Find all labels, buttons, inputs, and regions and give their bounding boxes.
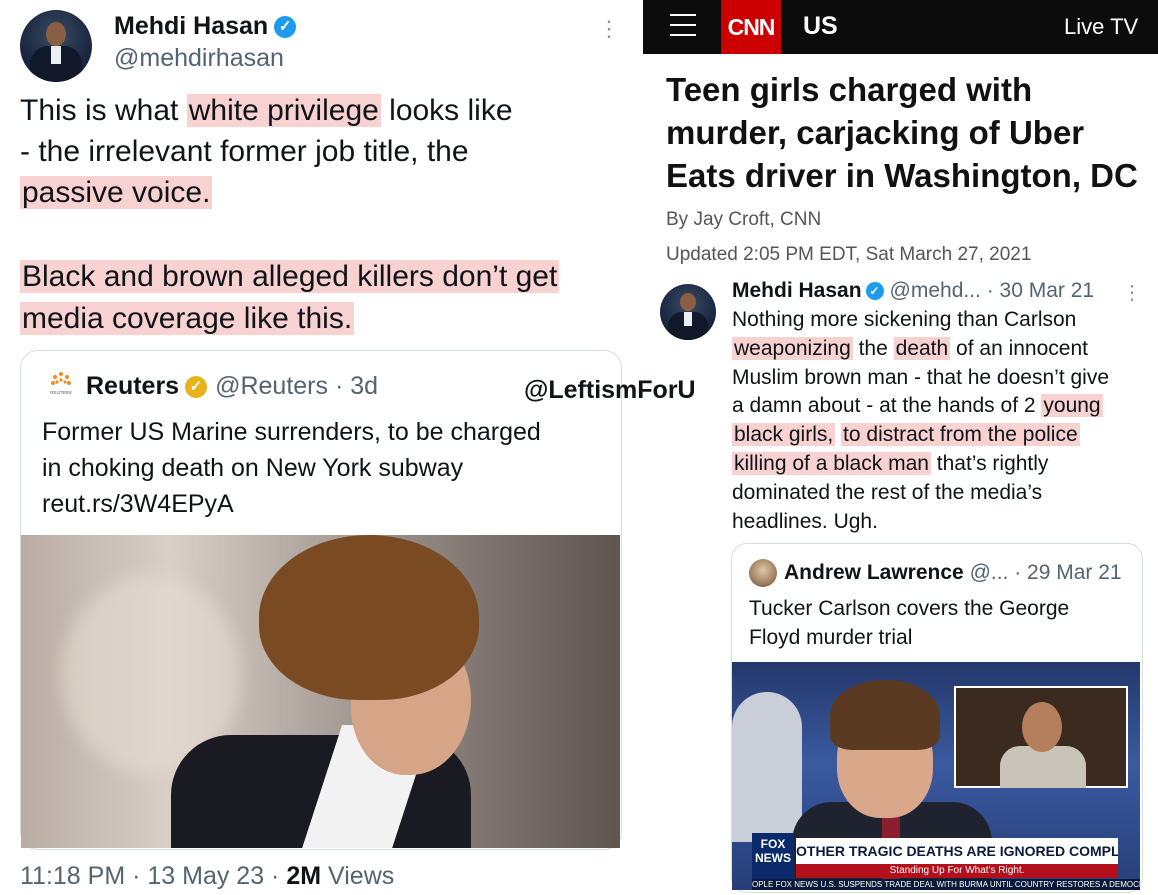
tweet-text-line: This is what white privilege looks like bbox=[20, 94, 513, 127]
tweet-text-line: passive voice. bbox=[20, 172, 213, 214]
quoted-author-avatar[interactable] bbox=[749, 559, 777, 587]
svg-text:REUTERS: REUTERS bbox=[50, 390, 72, 395]
quoted-author[interactable]: Andrew Lawrence @... · 29 Mar 21 bbox=[784, 561, 1122, 585]
tweet-timestamp[interactable]: 11:18 PM · 13 May 23 · 2M Views bbox=[20, 862, 394, 891]
verified-badge-icon: ✓ bbox=[865, 282, 884, 301]
highlight: Black and brown alleged killers don’t ge… bbox=[20, 260, 560, 293]
author-name[interactable]: Mehdi Hasan ✓ @mehd... · 30 Mar 21 bbox=[732, 279, 1094, 303]
quoted-author[interactable]: Reuters ✓ @Reuters · 3d bbox=[86, 372, 378, 401]
highlight: white privilege bbox=[186, 94, 381, 127]
live-tv-link[interactable]: Live TV bbox=[1064, 14, 1138, 40]
tweet-text-line: media coverage like this. bbox=[20, 298, 355, 340]
more-options-icon[interactable]: ⋮ bbox=[1122, 280, 1142, 305]
highlight: media coverage like this. bbox=[20, 302, 355, 335]
article-byline: By Jay Croft, CNN bbox=[666, 209, 822, 230]
verified-badge-icon: ✓ bbox=[185, 376, 208, 399]
tweet-text: Nothing more sickening than Carlson weap… bbox=[732, 308, 1110, 533]
article-headline: Teen girls charged with murder, carjacki… bbox=[666, 71, 1138, 194]
tweet-text-line: Black and brown alleged killers don’t ge… bbox=[20, 256, 560, 298]
fox-news-logo: FOX NEWS bbox=[752, 833, 794, 881]
quoted-tweet-photo[interactable] bbox=[21, 535, 620, 848]
section-us[interactable]: US bbox=[803, 12, 838, 41]
chyron-subtitle: Standing Up For What's Right. bbox=[796, 864, 1118, 878]
quoted-link[interactable]: reut.rs/3W4EPyA bbox=[42, 486, 541, 522]
article-updated: Updated 2:05 PM EDT, Sat March 27, 2021 bbox=[666, 244, 1032, 265]
author-avatar[interactable] bbox=[20, 10, 92, 82]
author-avatar[interactable] bbox=[660, 284, 716, 340]
reuters-logo-icon: REUTERS bbox=[50, 372, 72, 395]
author-handle[interactable]: @mehdirhasan bbox=[114, 44, 284, 73]
cnn-logo[interactable]: CNN bbox=[721, 0, 781, 54]
more-options-icon[interactable]: ⋮ bbox=[598, 18, 620, 54]
tweet-text-line: - the irrelevant former job title, the bbox=[20, 135, 469, 168]
menu-icon[interactable] bbox=[670, 14, 696, 38]
highlight: passive voice. bbox=[20, 176, 213, 209]
author-name[interactable]: Mehdi Hasan ✓ bbox=[114, 12, 297, 41]
verified-badge-icon: ✓ bbox=[274, 16, 297, 39]
chyron-banner: OTHER TRAGIC DEATHS ARE IGNORED COMPLETE… bbox=[796, 838, 1118, 864]
quoted-tweet-text: Tucker Carlson covers the George Floyd m… bbox=[749, 597, 1070, 649]
news-ticker: OPLE FOX NEWS U.S. SUSPENDS TRADE DEAL W… bbox=[752, 879, 1140, 890]
quoted-tweet-text: Former US Marine surrenders, to be charg… bbox=[42, 414, 541, 522]
watermark-handle: @LeftismForU bbox=[524, 376, 696, 404]
